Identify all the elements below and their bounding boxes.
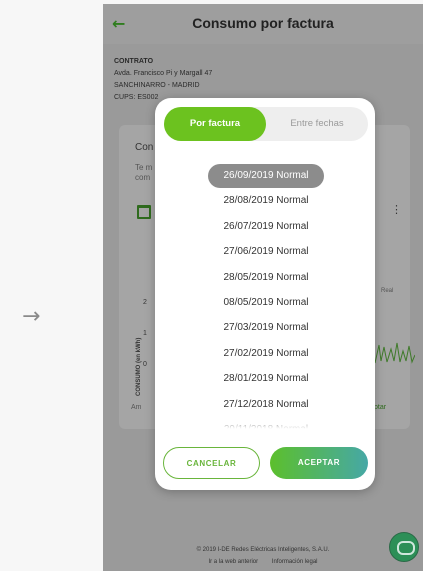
calendar-icon[interactable] (137, 205, 151, 219)
invoice-list-item[interactable]: 26/07/2019 Normal (208, 215, 324, 239)
y-tick: 1 (143, 330, 147, 337)
card-description: Te m com (135, 163, 152, 183)
legacy-web-link[interactable]: Ir a la web anterior (208, 559, 258, 565)
more-options-icon[interactable]: ⋮ (391, 203, 402, 216)
invoice-list-item[interactable]: 08/05/2019 Normal (208, 291, 324, 315)
contract-address: Avda. Francisco Pi y Margall 47 (114, 70, 213, 77)
legal-info-link[interactable]: Información legal (272, 559, 318, 565)
chat-icon (397, 541, 415, 555)
contract-info: CONTRATO Avda. Francisco Pi y Margall 47… (114, 56, 414, 104)
tab-entre-fechas[interactable]: Entre fechas (266, 107, 368, 141)
page-title: Consumo por factura (192, 15, 334, 31)
invoice-list-item[interactable]: 26/09/2019 Normal (208, 164, 324, 188)
card-desc-line: com (135, 173, 151, 182)
mode-selector: Por factura Entre fechas (164, 107, 368, 141)
invoice-list-item[interactable]: 27/02/2019 Normal (208, 342, 324, 366)
cancel-button[interactable]: CANCELAR (163, 447, 260, 479)
contract-title: CONTRATO (114, 58, 154, 65)
chart-y-label: CONSUMO (en kWh) (136, 337, 142, 396)
card-desc-line: Te m (135, 163, 153, 172)
card-title: Con (135, 142, 154, 153)
accept-button[interactable]: ACEPTAR (270, 447, 368, 479)
invoice-list-item[interactable]: 27/03/2019 Normal (208, 316, 324, 340)
app-header: ← Consumo por factura (103, 4, 423, 44)
invoice-list-item[interactable]: 28/08/2019 Normal (208, 189, 324, 213)
consumption-chart-line (375, 342, 415, 364)
invoice-list-item[interactable]: 27/06/2019 Normal (208, 240, 324, 264)
invoice-list-item[interactable]: 27/12/2018 Normal (208, 393, 324, 417)
page-footer: © 2019 I-DE Redes Eléctricas Inteligente… (103, 544, 423, 568)
forward-arrow-icon: → (22, 304, 41, 329)
card-footer-link[interactable]: ptar (374, 404, 386, 411)
invoice-picker-modal: Por factura Entre fechas 26/09/2019 Norm… (155, 98, 375, 490)
y-tick: 2 (143, 299, 147, 306)
list-fade (155, 416, 375, 432)
legend-real: Real (381, 288, 394, 294)
card-footer-left: Am (131, 404, 142, 411)
chat-button[interactable] (389, 532, 419, 562)
contract-city: SANCHINARRO - MADRID (114, 82, 200, 89)
tab-por-factura[interactable]: Por factura (164, 107, 266, 141)
invoice-list-item[interactable]: 28/01/2019 Normal (208, 367, 324, 391)
copyright: © 2019 I-DE Redes Eléctricas Inteligente… (196, 547, 330, 553)
invoice-list[interactable]: 26/09/2019 Normal 28/08/2019 Normal 26/07/… (155, 164, 375, 432)
invoice-list-item[interactable]: 28/05/2019 Normal (208, 266, 324, 290)
y-tick: 0 (143, 361, 147, 368)
